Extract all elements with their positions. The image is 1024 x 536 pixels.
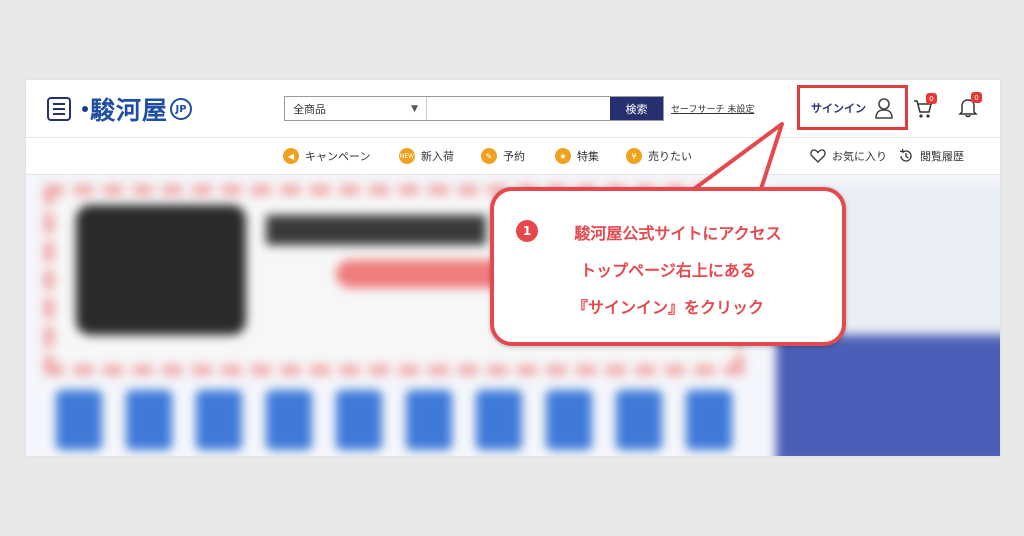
category-tile	[546, 390, 592, 450]
nav-sell-label: 売りたい	[648, 150, 692, 163]
cart-button[interactable]: 0	[913, 93, 937, 119]
search-button[interactable]: 検索	[610, 97, 663, 120]
banner-image-truck	[76, 205, 246, 335]
search-category-select[interactable]: 全商品 ▼	[285, 97, 427, 120]
category-tiles	[56, 390, 732, 450]
logo-text: 駿河屋	[90, 96, 169, 125]
logo-badge: JP	[170, 98, 193, 120]
category-tile	[686, 390, 732, 450]
nav-reserve-label: 予約	[503, 150, 525, 163]
cart-count-badge: 0	[926, 93, 937, 104]
notification-button[interactable]: 0	[958, 92, 982, 118]
nav-campaign-label: キャンペーン	[305, 150, 371, 163]
nav-feature[interactable]: ★ 特集	[555, 148, 599, 164]
category-tile	[406, 390, 452, 450]
search-category-label: 全商品	[293, 102, 326, 116]
category-tile	[476, 390, 522, 450]
megaphone-icon: ◀	[283, 148, 299, 164]
history-icon	[899, 148, 912, 162]
reserve-icon: ✎	[481, 148, 497, 164]
nav-sell[interactable]: ¥ 売りたい	[626, 148, 692, 164]
callout-line-2: トップページ右上にある	[580, 261, 756, 280]
search-bar: 全商品 ▼ 検索	[284, 96, 664, 121]
shield-icon: ★	[555, 148, 571, 164]
hamburger-menu-icon[interactable]	[47, 97, 71, 121]
site-logo[interactable]: 駿河屋 JP	[82, 92, 193, 126]
category-tile	[266, 390, 312, 450]
category-tile	[196, 390, 242, 450]
side-banner-blue	[776, 335, 1000, 456]
category-nav: ◀ キャンペーン NEW 新入荷 ✎ 予約 ★ 特集 ¥ 売りたい お気に入り	[26, 137, 1000, 175]
signin-button[interactable]: サインイン	[797, 85, 908, 130]
history-link[interactable]: 閲覧履歴	[898, 148, 964, 164]
nav-new-arrivals[interactable]: NEW 新入荷	[399, 148, 454, 164]
banner-text-block	[266, 215, 486, 245]
callout-line-3: 『サインイン』をクリック	[571, 298, 764, 317]
category-tile	[336, 390, 382, 450]
nav-feature-label: 特集	[577, 150, 599, 163]
category-tile	[126, 390, 172, 450]
sell-icon: ¥	[626, 148, 642, 164]
chevron-down-icon: ▼	[411, 103, 418, 114]
site-header: 駿河屋 JP 全商品 ▼ 検索 セーフサーチ 未設定 サインイン 0 0	[26, 80, 1000, 137]
history-label: 閲覧履歴	[920, 150, 964, 163]
notification-count-badge: 0	[971, 92, 982, 103]
category-tile	[616, 390, 662, 450]
favorites-label: お気に入り	[832, 150, 887, 163]
category-tile	[56, 390, 102, 450]
instruction-callout: 1 駿河屋公式サイトにアクセス トップページ右上にある 『サインイン』をクリック	[490, 187, 846, 346]
new-icon: NEW	[399, 148, 415, 164]
nav-reserve[interactable]: ✎ 予約	[481, 148, 525, 164]
favorites-link[interactable]: お気に入り	[810, 148, 887, 164]
callout-line-1: 駿河屋公式サイトにアクセス	[574, 224, 782, 243]
safe-search-link[interactable]: セーフサーチ 未設定	[671, 102, 754, 115]
logo-dot	[82, 106, 88, 112]
heart-icon	[810, 149, 826, 163]
search-input[interactable]	[427, 97, 610, 120]
nav-campaign[interactable]: ◀ キャンペーン	[283, 148, 370, 164]
nav-new-arrivals-label: 新入荷	[421, 150, 454, 163]
signin-label: サインイン	[811, 101, 866, 115]
user-icon	[875, 97, 893, 119]
